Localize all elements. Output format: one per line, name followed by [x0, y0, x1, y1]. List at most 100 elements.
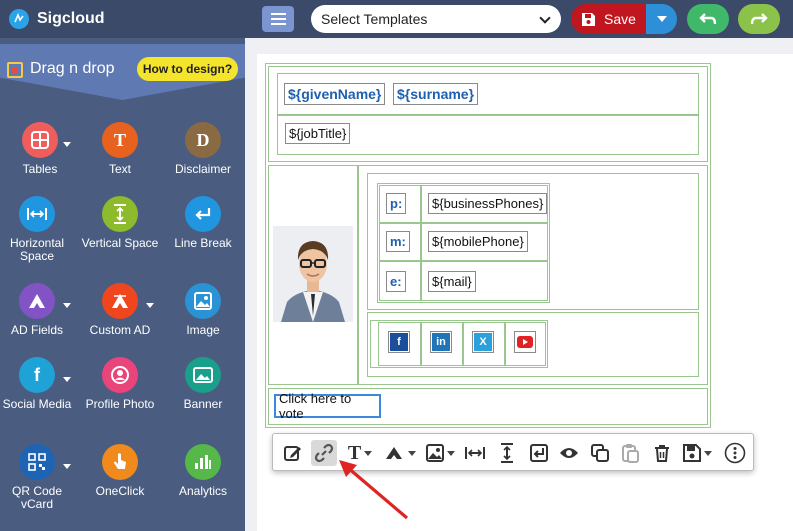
custom-ad-icon	[102, 283, 138, 319]
tool-label: Line Break	[174, 236, 232, 250]
linkedin-link[interactable]: in	[430, 331, 452, 353]
paste-button[interactable]	[619, 440, 643, 466]
chevron-down-icon[interactable]	[63, 142, 71, 147]
caret-down-icon	[364, 450, 373, 456]
chevron-down-icon[interactable]	[63, 303, 71, 308]
sigcloud-logo-icon	[9, 9, 29, 29]
tool-label: Analytics	[178, 484, 228, 498]
line-break-icon	[530, 444, 548, 462]
chevron-down-icon[interactable]	[63, 377, 71, 382]
hamburger-menu-button[interactable]	[262, 6, 294, 32]
tool-label: Disclaimer	[174, 162, 231, 176]
mobile-phone-field[interactable]: ${mobilePhone}	[428, 231, 528, 252]
save-button[interactable]: Save	[571, 4, 646, 34]
click-to-vote-button[interactable]: Click here to vote	[274, 391, 381, 421]
profile-photo[interactable]	[273, 226, 353, 322]
image-button[interactable]	[423, 440, 457, 466]
save-options-dropdown[interactable]	[646, 4, 677, 34]
tool-label: Profile Photo	[85, 397, 155, 411]
template-select[interactable]: Select Templates	[311, 5, 561, 33]
drag-n-drop-title: Drag n drop	[30, 60, 115, 77]
tool-custom-ad[interactable]: Custom AD	[80, 283, 160, 337]
facebook-link[interactable]: f	[388, 331, 410, 353]
tool-label: Social Media	[2, 397, 72, 411]
facebook-icon: f	[390, 333, 408, 351]
save-block-button[interactable]	[679, 440, 715, 466]
chevron-down-icon[interactable]	[63, 464, 71, 469]
chevron-down-icon[interactable]	[146, 303, 154, 308]
linkedin-icon: in	[432, 333, 450, 351]
undo-button[interactable]	[687, 4, 729, 34]
sidebar: Sigcloud Drag n drop How to design? Tabl…	[0, 0, 245, 531]
drag-drop-icon	[7, 62, 23, 78]
tool-ad-fields[interactable]: AD Fields	[0, 283, 77, 337]
undo-icon	[699, 13, 717, 25]
tool-image[interactable]: Image	[163, 283, 243, 337]
tool-analytics[interactable]: Analytics	[163, 444, 243, 498]
line-break-button[interactable]	[527, 440, 551, 466]
text-icon: T	[102, 122, 138, 158]
youtube-icon	[516, 333, 534, 351]
more-vertical-icon	[724, 442, 746, 464]
phone-label: p:	[386, 193, 407, 214]
horizontal-space-button[interactable]	[463, 440, 487, 466]
caret-down-icon	[656, 16, 667, 22]
ad-fields-icon	[19, 283, 55, 319]
tool-tables[interactable]: Tables	[0, 122, 80, 176]
floppy-disk-icon	[582, 12, 596, 26]
tool-text[interactable]: T Text	[80, 122, 160, 176]
how-to-design-button[interactable]: How to design?	[137, 57, 238, 81]
tool-oneclick[interactable]: OneClick	[80, 444, 160, 498]
horizontal-space-icon	[19, 196, 55, 232]
tool-label: Image	[186, 323, 220, 337]
redo-icon	[750, 13, 768, 25]
twitter-x-link[interactable]: X	[472, 331, 494, 353]
redo-button[interactable]	[738, 4, 780, 34]
given-name-field[interactable]: ${givenName}	[284, 83, 386, 105]
analytics-icon	[185, 444, 221, 480]
twitter-x-icon: X	[474, 333, 492, 351]
tool-label: OneClick	[95, 484, 145, 498]
vertical-space-button[interactable]	[495, 440, 519, 466]
link-button[interactable]	[311, 440, 337, 466]
tool-vertical-space[interactable]: Vertical Space	[80, 196, 160, 250]
edit-button[interactable]	[281, 440, 305, 466]
save-label: Save	[604, 11, 636, 27]
youtube-link[interactable]	[514, 331, 536, 353]
caret-down-icon	[407, 450, 416, 456]
duplicate-button[interactable]	[588, 440, 612, 466]
disclaimer-icon: D	[185, 122, 221, 158]
preview-button[interactable]	[557, 440, 581, 466]
caret-down-icon	[703, 450, 712, 456]
tool-banner[interactable]: Banner	[163, 357, 243, 411]
paste-icon	[622, 444, 639, 463]
tool-profile-photo[interactable]: Profile Photo	[80, 357, 160, 411]
business-phone-field[interactable]: ${businessPhones}	[428, 193, 548, 214]
eye-icon	[560, 448, 578, 458]
tool-line-break[interactable]: Line Break	[163, 196, 243, 250]
vertical-space-icon	[102, 196, 138, 232]
tool-label: Text	[108, 162, 131, 176]
image-icon	[425, 444, 444, 462]
more-options-button[interactable]	[723, 440, 747, 466]
surname-field[interactable]: ${surname}	[393, 83, 479, 105]
delete-button[interactable]	[650, 440, 674, 466]
tool-label: Vertical Space	[81, 236, 159, 250]
email-label: e:	[386, 271, 406, 292]
job-title-field[interactable]: ${jobTitle}	[285, 123, 351, 144]
element-toolbar: T	[272, 433, 754, 471]
tool-qr-code-vcard[interactable]: QR Code vCard	[0, 444, 77, 511]
top-bar: Select Templates Save	[245, 0, 793, 38]
canvas-margin-top	[245, 38, 793, 54]
text-format-button[interactable]: T	[343, 440, 377, 466]
vertical-space-icon	[501, 443, 513, 463]
tool-horizontal-space[interactable]: Horizontal Space	[0, 196, 77, 263]
tool-disclaimer[interactable]: D Disclaimer	[163, 122, 243, 176]
profile-photo-icon	[102, 357, 138, 393]
line-break-icon	[185, 196, 221, 232]
tool-social-media[interactable]: f Social Media	[0, 357, 77, 411]
edit-icon	[284, 446, 301, 461]
ad-fields-button[interactable]	[383, 440, 417, 466]
mail-field[interactable]: ${mail}	[428, 271, 476, 292]
tool-label: QR Code vCard	[11, 484, 63, 511]
